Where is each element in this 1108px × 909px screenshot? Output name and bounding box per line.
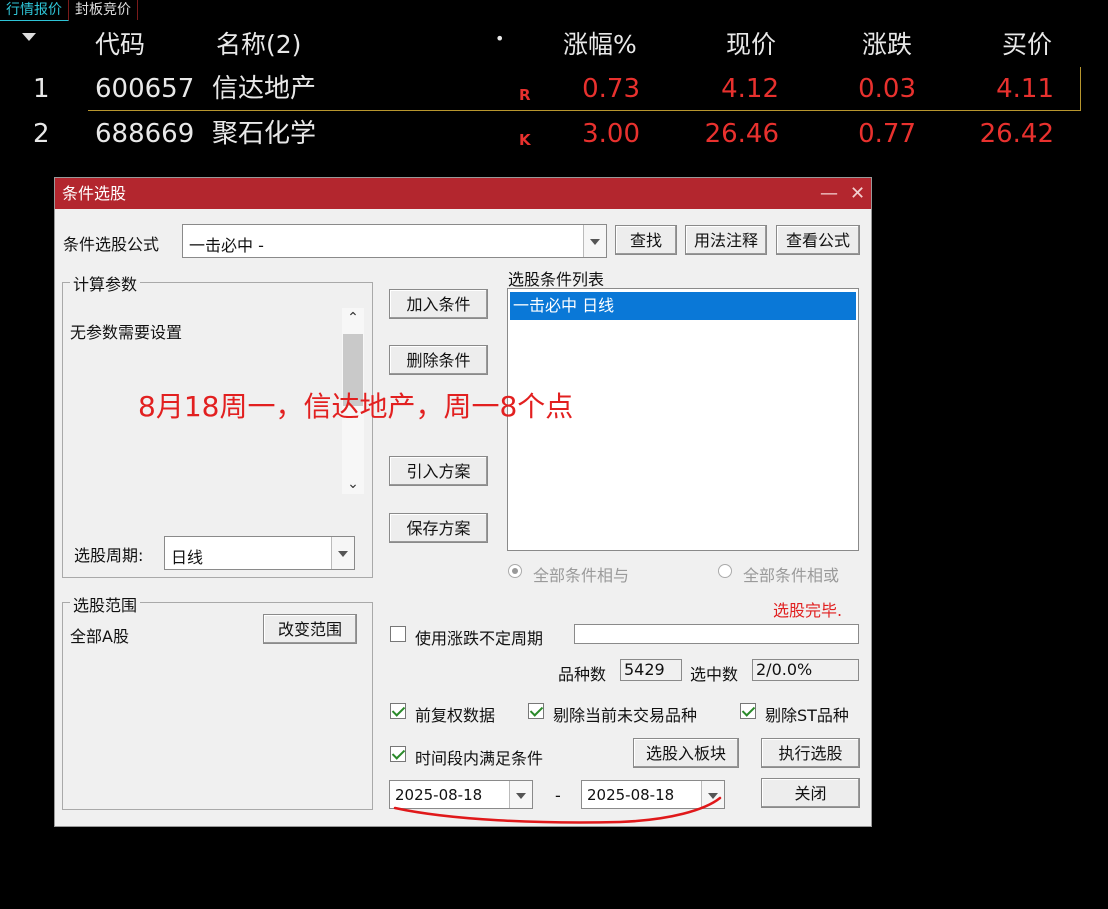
close-icon[interactable]: ✕ (850, 178, 865, 209)
list-item[interactable]: 一击必中 日线 (510, 292, 856, 320)
row-bid: 26.42 (979, 119, 1054, 149)
range-group-label: 选股范围 (70, 592, 141, 616)
table-row[interactable]: 2 688669 聚石化学 K 3.00 26.46 0.77 26.42 (0, 112, 1108, 156)
find-button[interactable]: 查找 (615, 225, 677, 255)
row-price: 26.46 (704, 119, 779, 149)
uncertain-period-input[interactable] (574, 624, 859, 644)
row-name: 信达地产 (212, 74, 317, 104)
tab-bar: 行情报价 封板竞价 (0, 0, 138, 21)
period-value: 日线 (171, 548, 204, 567)
row-code: 600657 (95, 74, 195, 104)
selected-row-underline (88, 110, 1080, 111)
row-flag: K (519, 131, 531, 149)
import-plan-button[interactable]: 引入方案 (389, 456, 488, 486)
row-pct: 3.00 (582, 119, 640, 149)
dialog-title: 条件选股 (62, 184, 127, 203)
exclude-st-label: 剔除ST品种 (765, 706, 849, 725)
row-bid: 4.11 (996, 74, 1054, 104)
row-index: 2 (33, 119, 50, 149)
adjust-checkbox[interactable] (390, 703, 406, 719)
save-plan-button[interactable]: 保存方案 (389, 513, 488, 543)
usage-notes-button[interactable]: 用法注释 (685, 225, 767, 255)
view-formula-button[interactable]: 查看公式 (776, 225, 860, 255)
period-label: 选股周期: (74, 546, 144, 565)
tab-limit-auction[interactable]: 封板竞价 (69, 0, 138, 20)
selected-label: 选中数 (690, 665, 739, 684)
formula-select[interactable]: 一击必中 - (182, 224, 607, 258)
header-bid[interactable]: 买价 (1002, 23, 1052, 67)
row-change: 0.77 (858, 119, 916, 149)
annotation-text: 8月18周一，信达地产，周一8个点 (138, 390, 574, 423)
header-dot: • (495, 29, 505, 48)
radio-and-label: 全部条件相与 (533, 566, 630, 585)
status-text: 选股完毕. (773, 601, 843, 620)
header-change[interactable]: 涨跌 (862, 23, 912, 67)
period-select[interactable]: 日线 (164, 536, 355, 570)
params-text: 无参数需要设置 (70, 323, 183, 342)
scroll-down-icon[interactable]: ⌄ (342, 474, 364, 494)
condition-list-label: 选股条件列表 (508, 270, 605, 289)
row-pct: 0.73 (582, 74, 640, 104)
scroll-up-icon[interactable]: ⌃ (342, 308, 364, 328)
row-price: 4.12 (721, 74, 779, 104)
change-range-button[interactable]: 改变范围 (263, 614, 357, 644)
table-row[interactable]: 1 600657 信达地产 R 0.73 4.12 0.03 4.11 (0, 67, 1108, 111)
range-value: 全部A股 (70, 627, 129, 646)
chevron-down-icon[interactable] (331, 537, 354, 569)
uncertain-period-label: 使用涨跌不定周期 (415, 629, 544, 648)
exclude-nontrade-checkbox[interactable] (528, 703, 544, 719)
dialog-title-bar[interactable]: 条件选股 — ✕ (55, 178, 871, 209)
row-index: 1 (33, 74, 50, 104)
chevron-down-icon[interactable] (583, 225, 606, 257)
period-condition-label: 时间段内满足条件 (415, 749, 544, 768)
exclude-nontrade-label: 剔除当前未交易品种 (553, 706, 698, 725)
adjust-label: 前复权数据 (415, 706, 496, 725)
hand-drawn-underline (393, 796, 722, 824)
count-label: 品种数 (558, 665, 607, 684)
row-highlight-edge (1080, 67, 1081, 111)
delete-condition-button[interactable]: 删除条件 (389, 345, 488, 375)
header-code[interactable]: 代码 (95, 23, 145, 67)
tab-market-quotes[interactable]: 行情报价 (0, 0, 69, 21)
formula-label: 条件选股公式 (63, 235, 160, 254)
add-to-block-button[interactable]: 选股入板块 (633, 738, 739, 768)
row-name: 聚石化学 (212, 119, 317, 149)
uncertain-period-checkbox[interactable] (390, 626, 406, 642)
header-change-pct[interactable]: 涨幅% (563, 23, 637, 67)
radio-and[interactable] (508, 564, 522, 578)
table-header: 代码 名称(2) • 涨幅% 现价 涨跌 买价 (0, 23, 1108, 67)
formula-value: 一击必中 - (189, 236, 264, 255)
close-button[interactable]: 关闭 (761, 778, 860, 808)
stock-screener-dialog: 条件选股 — ✕ 条件选股公式 一击必中 - 查找 用法注释 查看公式 计算参数… (54, 177, 872, 827)
minimize-icon[interactable]: — (820, 178, 838, 209)
radio-or[interactable] (718, 564, 732, 578)
row-change: 0.03 (858, 74, 916, 104)
execute-screen-button[interactable]: 执行选股 (761, 738, 860, 768)
add-condition-button[interactable]: 加入条件 (389, 289, 488, 319)
header-price[interactable]: 现价 (726, 23, 776, 67)
period-condition-checkbox[interactable] (390, 746, 406, 762)
count-value: 5429 (620, 659, 682, 681)
radio-or-label: 全部条件相或 (743, 566, 840, 585)
selected-value: 2/0.0% (752, 659, 859, 681)
header-name[interactable]: 名称(2) (216, 23, 301, 67)
row-code: 688669 (95, 119, 195, 149)
exclude-st-checkbox[interactable] (740, 703, 756, 719)
params-group-label: 计算参数 (70, 271, 141, 295)
